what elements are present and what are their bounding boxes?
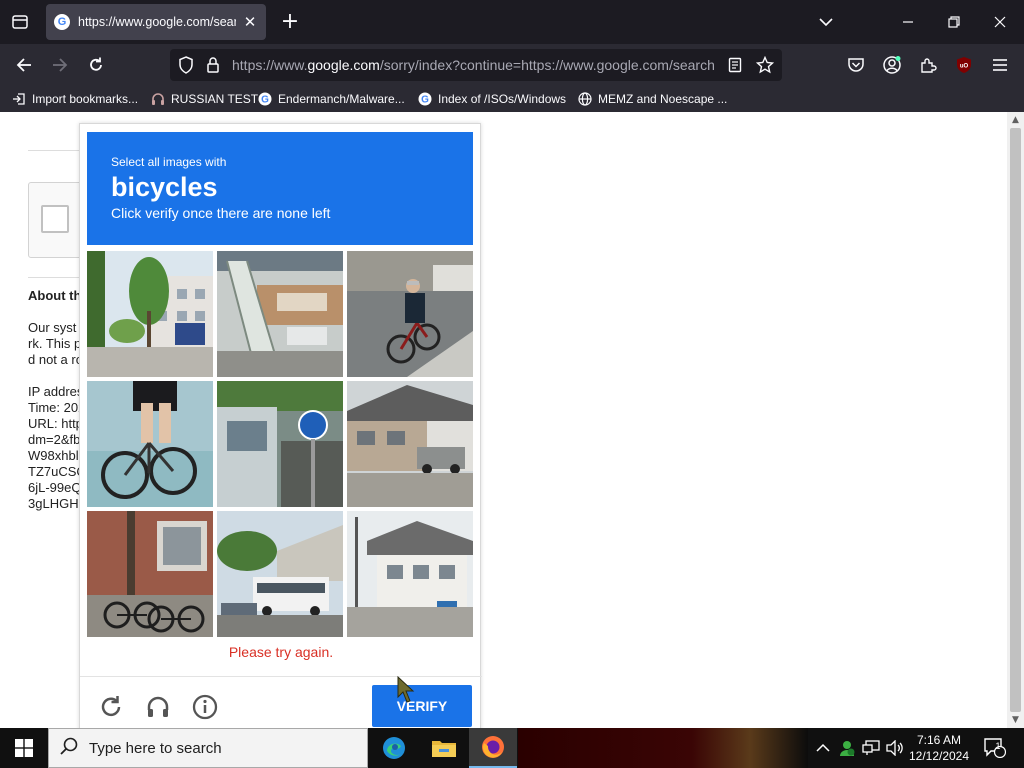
- url-prefix: https://www.: [232, 57, 308, 73]
- bookmark-russian-test[interactable]: RUSSIAN TEST: [151, 90, 258, 108]
- address-bar[interactable]: https://www.google.com/sorry/index?conti…: [170, 49, 782, 81]
- scroll-up-icon[interactable]: ▲: [1007, 112, 1024, 128]
- taskbar-background-image: [518, 728, 808, 768]
- google-icon: G: [418, 92, 432, 106]
- instruction-line: Select all images with: [111, 155, 227, 169]
- bookmark-label: RUSSIAN TEST: [171, 92, 259, 106]
- audio-challenge-icon[interactable]: [143, 692, 173, 722]
- show-hidden-icons-chevron-icon[interactable]: [812, 728, 834, 768]
- reader-view-icon[interactable]: [728, 57, 742, 77]
- bookmark-label: MEMZ and Noescape ...: [598, 92, 728, 106]
- scroll-down-icon[interactable]: ▼: [1007, 712, 1024, 728]
- scroll-thumb[interactable]: [1010, 128, 1021, 712]
- bookmark-index-isos[interactable]: G Index of /ISOs/Windows: [418, 90, 566, 108]
- bookmark-memz[interactable]: MEMZ and Noescape ...: [578, 90, 727, 108]
- mouse-cursor-icon: [392, 675, 416, 709]
- error-message: Please try again.: [228, 644, 334, 660]
- bookmark-label: Endermanch/Malware...: [278, 92, 405, 106]
- lock-icon[interactable]: [206, 56, 220, 78]
- image-tile-house-street[interactable]: [347, 511, 473, 637]
- image-tile-trees-building[interactable]: [87, 251, 213, 377]
- svg-text:uO: uO: [960, 64, 969, 70]
- recaptcha-checkbox[interactable]: [41, 205, 69, 233]
- shield-icon[interactable]: [178, 56, 194, 78]
- screen: G https://www.google.com/search? ✕ +: [0, 0, 1024, 768]
- import-icon: [12, 92, 26, 106]
- taskbar-search-box[interactable]: Type here to search: [48, 728, 368, 768]
- minimize-icon[interactable]: [894, 8, 922, 36]
- notification-count: 1: [995, 741, 1001, 751]
- image-grid: [87, 251, 473, 637]
- globe-icon: [578, 92, 592, 106]
- notification-center-icon[interactable]: 1: [980, 728, 1010, 768]
- user-status-icon[interactable]: [836, 728, 858, 768]
- file-explorer-icon[interactable]: [420, 728, 468, 768]
- google-icon: G: [258, 92, 272, 106]
- image-tile-bus-stop-sign[interactable]: [217, 381, 343, 507]
- captcha-challenge: Select all images with bicycles Click ve…: [79, 123, 482, 728]
- divider: [80, 676, 482, 677]
- info-icon[interactable]: [190, 692, 220, 722]
- instruction-note: Click verify once there are none left: [111, 205, 331, 221]
- tab-list-icon[interactable]: [8, 10, 32, 34]
- close-tab-icon[interactable]: ✕: [242, 13, 258, 31]
- instruction-keyword: bicycles: [111, 172, 218, 202]
- edge-icon[interactable]: [370, 728, 418, 768]
- volume-icon[interactable]: [884, 728, 906, 768]
- google-favicon-icon: G: [54, 14, 70, 30]
- bookmarks-toolbar: Import bookmarks... RUSSIAN TEST G Ender…: [0, 86, 1024, 112]
- menu-icon[interactable]: [987, 52, 1013, 78]
- network-icon[interactable]: [860, 728, 882, 768]
- extensions-icon[interactable]: [915, 52, 941, 78]
- url-text[interactable]: https://www.google.com/sorry/index?conti…: [232, 57, 718, 73]
- restore-icon[interactable]: [940, 8, 968, 36]
- tab-title: https://www.google.com/search?: [78, 15, 236, 29]
- image-tile-cyclist-road[interactable]: [347, 251, 473, 377]
- captcha-instructions: Select all images with bicycles Click ve…: [87, 132, 473, 245]
- url-path: /sorry/index?continue=https://www.google…: [379, 57, 715, 73]
- windows-start-icon[interactable]: [0, 728, 48, 768]
- verify-button[interactable]: VERIFY: [372, 685, 472, 727]
- bookmark-endermanch[interactable]: G Endermanch/Malware...: [258, 90, 405, 108]
- firefox-icon[interactable]: [469, 728, 517, 768]
- image-tile-bus-street[interactable]: [217, 511, 343, 637]
- windows-taskbar: Type here to search 7:16 AM 12/12/2024 1: [0, 728, 1024, 768]
- reload-challenge-icon[interactable]: [96, 692, 126, 722]
- clock-date: 12/12/2024: [908, 749, 970, 763]
- image-tile-cyclist-closeup[interactable]: [87, 381, 213, 507]
- page-content: About th Our syst rk. This p d not a ro …: [0, 112, 1007, 728]
- active-tab[interactable]: G https://www.google.com/search? ✕: [46, 4, 266, 40]
- account-icon[interactable]: [879, 52, 905, 78]
- svg-text:G: G: [261, 95, 269, 106]
- svg-text:G: G: [421, 95, 429, 106]
- image-tile-house-car[interactable]: [347, 381, 473, 507]
- headphones-icon: [151, 92, 165, 106]
- image-tile-pedestrian-bridge[interactable]: [217, 251, 343, 377]
- reload-icon[interactable]: [83, 52, 109, 78]
- image-tile-parked-bicycles[interactable]: [87, 511, 213, 637]
- search-placeholder: Type here to search: [89, 739, 222, 757]
- back-arrow-icon[interactable]: [11, 52, 37, 78]
- system-clock[interactable]: 7:16 AM 12/12/2024: [906, 732, 972, 764]
- bookmark-import[interactable]: Import bookmarks...: [12, 90, 138, 108]
- bookmark-star-icon[interactable]: [755, 55, 775, 78]
- url-host: google.com: [307, 57, 380, 73]
- clock-time: 7:16 AM: [916, 733, 962, 747]
- bookmark-label: Index of /ISOs/Windows: [438, 92, 567, 106]
- search-icon: [59, 736, 79, 760]
- vertical-scrollbar[interactable]: ▲ ▼: [1007, 112, 1024, 728]
- close-window-icon[interactable]: [986, 8, 1014, 36]
- bookmark-label: Import bookmarks...: [32, 92, 139, 106]
- new-tab-button[interactable]: +: [278, 10, 302, 34]
- forward-arrow-icon[interactable]: [47, 52, 73, 78]
- ublock-origin-icon[interactable]: uO: [951, 52, 977, 78]
- list-all-tabs-icon[interactable]: [812, 8, 840, 36]
- pocket-icon[interactable]: [843, 52, 869, 78]
- browser-tab-bar: G https://www.google.com/search? ✕ +: [0, 0, 1024, 44]
- navigation-toolbar: https://www.google.com/sorry/index?conti…: [0, 44, 1024, 86]
